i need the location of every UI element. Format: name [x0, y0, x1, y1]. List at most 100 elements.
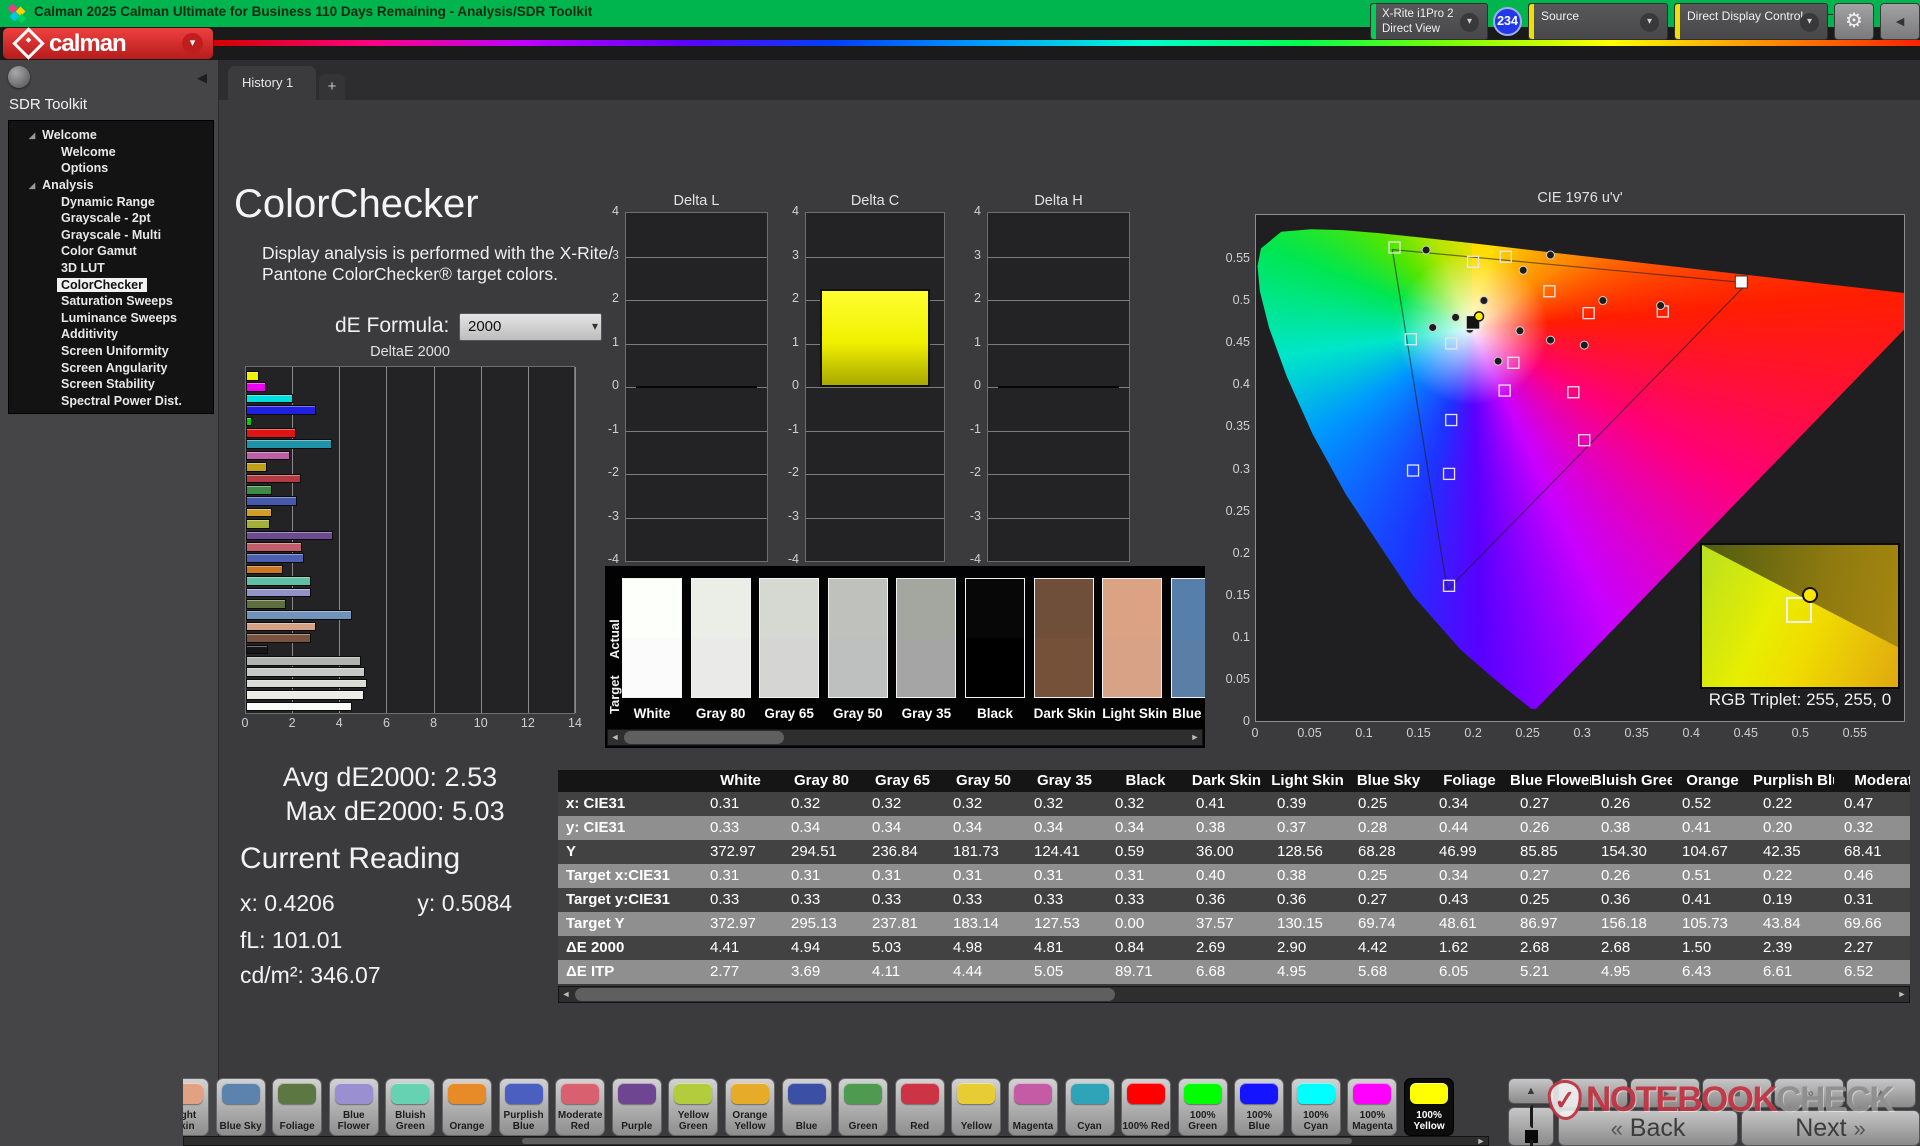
- scroll-left-icon[interactable]: ◄: [559, 987, 573, 1002]
- table-row-label: ΔE 2000: [558, 936, 700, 960]
- tree-expand-icon[interactable]: ◢: [29, 131, 35, 140]
- cie-target-square: [1544, 286, 1555, 297]
- patch-chip: [183, 1083, 203, 1104]
- sidebar-item-grayscale-2pt[interactable]: Grayscale - 2pt: [9, 210, 213, 227]
- patch-button-blue[interactable]: Blue: [782, 1078, 832, 1136]
- calman-menu-button[interactable]: calman ▾: [3, 28, 213, 59]
- scroll-left-icon[interactable]: ◄: [608, 730, 622, 745]
- x-label: x:: [240, 890, 258, 916]
- sidebar-item-additivity[interactable]: Additivity: [9, 326, 213, 343]
- de-axis-tick: 8: [419, 716, 449, 730]
- calman-dropdown-icon[interactable]: ▾: [182, 33, 203, 54]
- swatch-target: [1172, 638, 1205, 697]
- patch-button-purple[interactable]: Purple: [612, 1078, 662, 1136]
- sidebar-item-options[interactable]: Options: [9, 160, 213, 177]
- up-arrow-icon: ▲: [1526, 1085, 1537, 1097]
- sidebar-item-spectral-power-dist-[interactable]: Spectral Power Dist.: [9, 393, 213, 410]
- delta-axis-tick: 4: [773, 204, 799, 218]
- table-cell: 0.27: [1348, 888, 1429, 912]
- patch-button-100pct-red[interactable]: 100% Red: [1121, 1078, 1171, 1136]
- sidebar-group-analysis[interactable]: ◢Analysis: [9, 177, 213, 194]
- sidebar-item-saturation-sweeps[interactable]: Saturation Sweeps: [9, 293, 213, 310]
- table-cell: 105.73: [1672, 912, 1753, 936]
- patch-chip: [957, 1083, 995, 1104]
- delta-chart-delta-l: [625, 212, 768, 562]
- patch-button-orange[interactable]: Orange: [442, 1078, 492, 1136]
- swatch-gray-35: [896, 578, 956, 698]
- display-control-selector[interactable]: Direct Display Control ▾: [1674, 3, 1828, 40]
- de-gridline: [434, 367, 435, 713]
- delta-axis-tick: 4: [955, 204, 981, 218]
- patch-button-magenta[interactable]: Magenta: [1008, 1078, 1058, 1136]
- sidebar-item-luminance-sweeps[interactable]: Luminance Sweeps: [9, 310, 213, 327]
- sidebar-item-colorchecker[interactable]: ColorChecker: [9, 276, 213, 293]
- tab-history-1[interactable]: History 1: [228, 66, 316, 100]
- delta-axis-tick: -1: [955, 422, 981, 436]
- sidebar-item-screen-uniformity[interactable]: Screen Uniformity: [9, 343, 213, 360]
- patch-button-foliage[interactable]: Foliage: [272, 1078, 322, 1136]
- display-control-dropdown-icon[interactable]: ▾: [1800, 13, 1819, 32]
- panel-collapse-button[interactable]: ◄: [1880, 3, 1920, 40]
- table-scrollbar[interactable]: ◄ ►: [558, 986, 1910, 1003]
- delta-gridline: [806, 474, 944, 475]
- patch-button-100pct-yellow[interactable]: 100% Yellow: [1404, 1078, 1454, 1136]
- max-de2000: Max dE2000: 5.03: [250, 796, 540, 827]
- sidebar-item-dynamic-range[interactable]: Dynamic Range: [9, 193, 213, 210]
- patch-button-blue-sky[interactable]: Blue Sky: [216, 1078, 266, 1136]
- patch-button-green[interactable]: Green: [838, 1078, 888, 1136]
- table-cell: 4.41: [700, 936, 781, 960]
- patch-chip: [901, 1083, 939, 1104]
- sidebar-item-screen-angularity[interactable]: Screen Angularity: [9, 359, 213, 376]
- meter-badge[interactable]: 234: [1493, 7, 1522, 36]
- patch-button-purplish-blue[interactable]: Purplish Blue: [499, 1078, 549, 1136]
- patch-button-orange-yellow[interactable]: Orange Yellow: [725, 1078, 775, 1136]
- patch-button-100pct-cyan[interactable]: 100% Cyan: [1291, 1078, 1341, 1136]
- patch-button-light-skin[interactable]: Light Skin: [183, 1078, 209, 1136]
- add-tab-button[interactable]: +: [319, 74, 345, 100]
- delta-axis-tick: 2: [773, 291, 799, 305]
- patch-button-100pct-green[interactable]: 100% Green: [1178, 1078, 1228, 1136]
- sidebar-item-welcome[interactable]: Welcome: [9, 144, 213, 161]
- patch-button-100pct-magenta[interactable]: 100% Magenta: [1347, 1078, 1397, 1136]
- sidebar-collapse-icon[interactable]: ◀: [192, 68, 212, 88]
- patch-button-red[interactable]: Red: [895, 1078, 945, 1136]
- patch-scrollbar[interactable]: ►: [183, 1136, 1489, 1146]
- sidebar-item-screen-stability[interactable]: Screen Stability: [9, 376, 213, 393]
- patch-button-100pct-blue[interactable]: 100% Blue: [1234, 1078, 1284, 1136]
- source-selector[interactable]: Source ▾: [1528, 3, 1668, 40]
- table-cell: 3.69: [781, 960, 862, 984]
- meter-selector[interactable]: X-Rite i1Pro 2 Direct View ▾: [1370, 3, 1488, 40]
- page-title: ColorChecker: [234, 182, 479, 227]
- sidebar-item-3d-lut[interactable]: 3D LUT: [9, 260, 213, 277]
- cie-current-dot: [1475, 312, 1484, 321]
- swatch-scrollbar[interactable]: ◄ ►: [607, 729, 1203, 746]
- sidebar-group-welcome[interactable]: ◢Welcome: [9, 127, 213, 144]
- de-formula-dropdown[interactable]: 2000 ▾: [459, 313, 602, 341]
- settings-button[interactable]: ⚙: [1834, 3, 1874, 40]
- patch-button-blue-flower[interactable]: Blue Flower: [329, 1078, 379, 1136]
- patch-button-yellow-green[interactable]: Yellow Green: [668, 1078, 718, 1136]
- patch-button-yellow[interactable]: Yellow: [951, 1078, 1001, 1136]
- workflow-knob-button[interactable]: [8, 66, 30, 88]
- patch-button-cyan[interactable]: Cyan: [1065, 1078, 1115, 1136]
- table-scrollbar-thumb[interactable]: [575, 988, 1115, 1001]
- swatch-scrollbar-thumb[interactable]: [624, 731, 784, 744]
- patch-button-bluish-green[interactable]: Bluish Green: [385, 1078, 435, 1136]
- scroll-right-icon[interactable]: ►: [1895, 987, 1909, 1002]
- scroll-right-icon[interactable]: ►: [1188, 730, 1202, 745]
- scroll-right-icon[interactable]: ►: [1474, 1137, 1488, 1145]
- table-cell: 6.61: [1753, 960, 1834, 984]
- source-dropdown-icon[interactable]: ▾: [1640, 13, 1659, 32]
- patch-scrollbar-thumb[interactable]: [522, 1138, 1352, 1144]
- cie-x-tick: 0.1: [1344, 726, 1384, 740]
- patch-button-moderate-red[interactable]: Moderate Red: [555, 1078, 605, 1136]
- tree-expand-icon[interactable]: ◢: [29, 181, 35, 190]
- sidebar-item-grayscale-multi[interactable]: Grayscale - Multi: [9, 227, 213, 244]
- delta-axis-tick: -3: [593, 509, 619, 523]
- table-cell: 68.28: [1348, 840, 1429, 864]
- meter-dropdown-icon[interactable]: ▾: [1460, 13, 1479, 32]
- cie-measured-dot: [1546, 251, 1554, 259]
- sidebar-item-label: Welcome: [57, 145, 120, 159]
- sidebar-item-color-gamut[interactable]: Color Gamut: [9, 243, 213, 260]
- de-bar-bluish-green: [246, 576, 311, 586]
